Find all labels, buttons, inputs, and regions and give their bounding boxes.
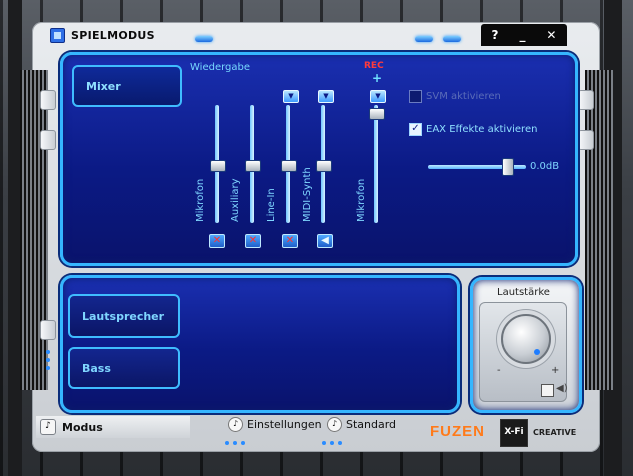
side-handle — [578, 130, 594, 150]
bass-button[interactable]: Bass — [68, 347, 180, 389]
line-in-fader-label: Line-In — [266, 188, 277, 222]
midi-synth-fader-label: MIDI-Synth — [302, 167, 313, 222]
standard-button[interactable]: ♪ Standard — [327, 417, 396, 432]
creative-logo: CREATIVE — [533, 428, 577, 437]
window-title: SPIELMODUS — [71, 28, 155, 42]
rec-mikrofon-fader-track[interactable] — [374, 105, 378, 223]
settings-icon: ♪ — [228, 417, 243, 432]
mikrofon-fader-knob[interactable] — [210, 160, 226, 172]
side-handle — [40, 320, 56, 340]
auxiliary-mute-icon[interactable]: ✕ — [245, 234, 261, 248]
fuzen-logo: FUZEN — [430, 423, 485, 440]
midi-synth-speaker-icon[interactable]: ◀ — [317, 234, 333, 248]
top-indicator — [195, 36, 213, 42]
modus-icon: ♪ — [40, 419, 56, 435]
lautsprecher-button[interactable]: Lautsprecher — [68, 294, 180, 338]
side-handle — [40, 130, 56, 150]
modus-label: Modus — [62, 420, 103, 434]
volume-plus: + — [551, 365, 560, 376]
einstellungen-button[interactable]: ♪ Einstellungen — [228, 417, 322, 432]
svm-label: SVM aktivieren — [426, 91, 501, 102]
close-button[interactable]: ✕ — [546, 28, 556, 42]
footer-dots — [225, 441, 245, 445]
top-indicator — [415, 36, 461, 42]
volume-knob[interactable] — [501, 314, 551, 364]
mixer-button[interactable]: Mixer — [72, 65, 182, 107]
midi-synth-fader-knob[interactable] — [316, 160, 332, 172]
app-icon — [50, 27, 65, 43]
side-handle — [40, 90, 56, 110]
einstellungen-label: Einstellungen — [247, 418, 322, 431]
mikrofon-fader-label: Mikrofon — [195, 178, 206, 222]
rec-dropdown[interactable]: ▼ — [370, 90, 386, 103]
playback-section-label: Wiedergabe — [190, 62, 251, 73]
eax-slider-knob[interactable] — [502, 158, 514, 176]
side-handle — [578, 90, 594, 110]
footer-dots — [322, 441, 342, 445]
volume-minus: - — [497, 365, 501, 376]
rec-label: REC — [364, 61, 384, 71]
line-in-mute-icon[interactable]: ✕ — [282, 234, 298, 248]
rec-mikrofon-fader-knob[interactable] — [369, 108, 385, 120]
line-in-fader-knob[interactable] — [281, 160, 297, 172]
volume-knob-indicator — [534, 349, 540, 355]
window-controls: ? _ ✕ — [481, 24, 567, 46]
minimize-button[interactable]: _ — [519, 28, 525, 42]
standard-label: Standard — [346, 418, 397, 431]
volume-title: Lautstärke — [497, 287, 550, 298]
midi-synth-dropdown[interactable]: ▼ — [318, 90, 334, 103]
title-bar: SPIELMODUS — [50, 22, 470, 48]
modus-tab[interactable]: ♪ Modus — [36, 416, 190, 438]
line-in-dropdown[interactable]: ▼ — [283, 90, 299, 103]
right-speaker-grille — [585, 70, 613, 390]
speaker-icon: ◀) — [556, 383, 568, 394]
left-speaker-grille — [20, 70, 48, 390]
eax-level-readout: 0.0dB — [530, 161, 560, 172]
auxiliary-fader-label: Auxiliary — [230, 178, 241, 222]
eax-checkbox[interactable]: ✓ — [409, 123, 422, 136]
rec-mikrofon-fader-label: Mikrofon — [356, 178, 367, 222]
eax-label: EAX Effekte aktivieren — [426, 124, 538, 135]
xfi-logo: X-Fi — [500, 419, 528, 447]
svm-row: SVM aktivieren — [409, 90, 501, 103]
eax-row: ✓ EAX Effekte aktivieren — [409, 123, 537, 136]
standard-icon: ♪ — [327, 417, 342, 432]
svm-checkbox[interactable] — [409, 90, 422, 103]
rec-plus-icon: + — [372, 71, 383, 85]
mikrofon-mute-icon[interactable]: ✕ — [209, 234, 225, 248]
auxiliary-fader-knob[interactable] — [245, 160, 261, 172]
help-button[interactable]: ? — [491, 28, 498, 42]
volume-mute-checkbox[interactable] — [541, 384, 554, 397]
side-indicator-dots — [46, 350, 50, 370]
